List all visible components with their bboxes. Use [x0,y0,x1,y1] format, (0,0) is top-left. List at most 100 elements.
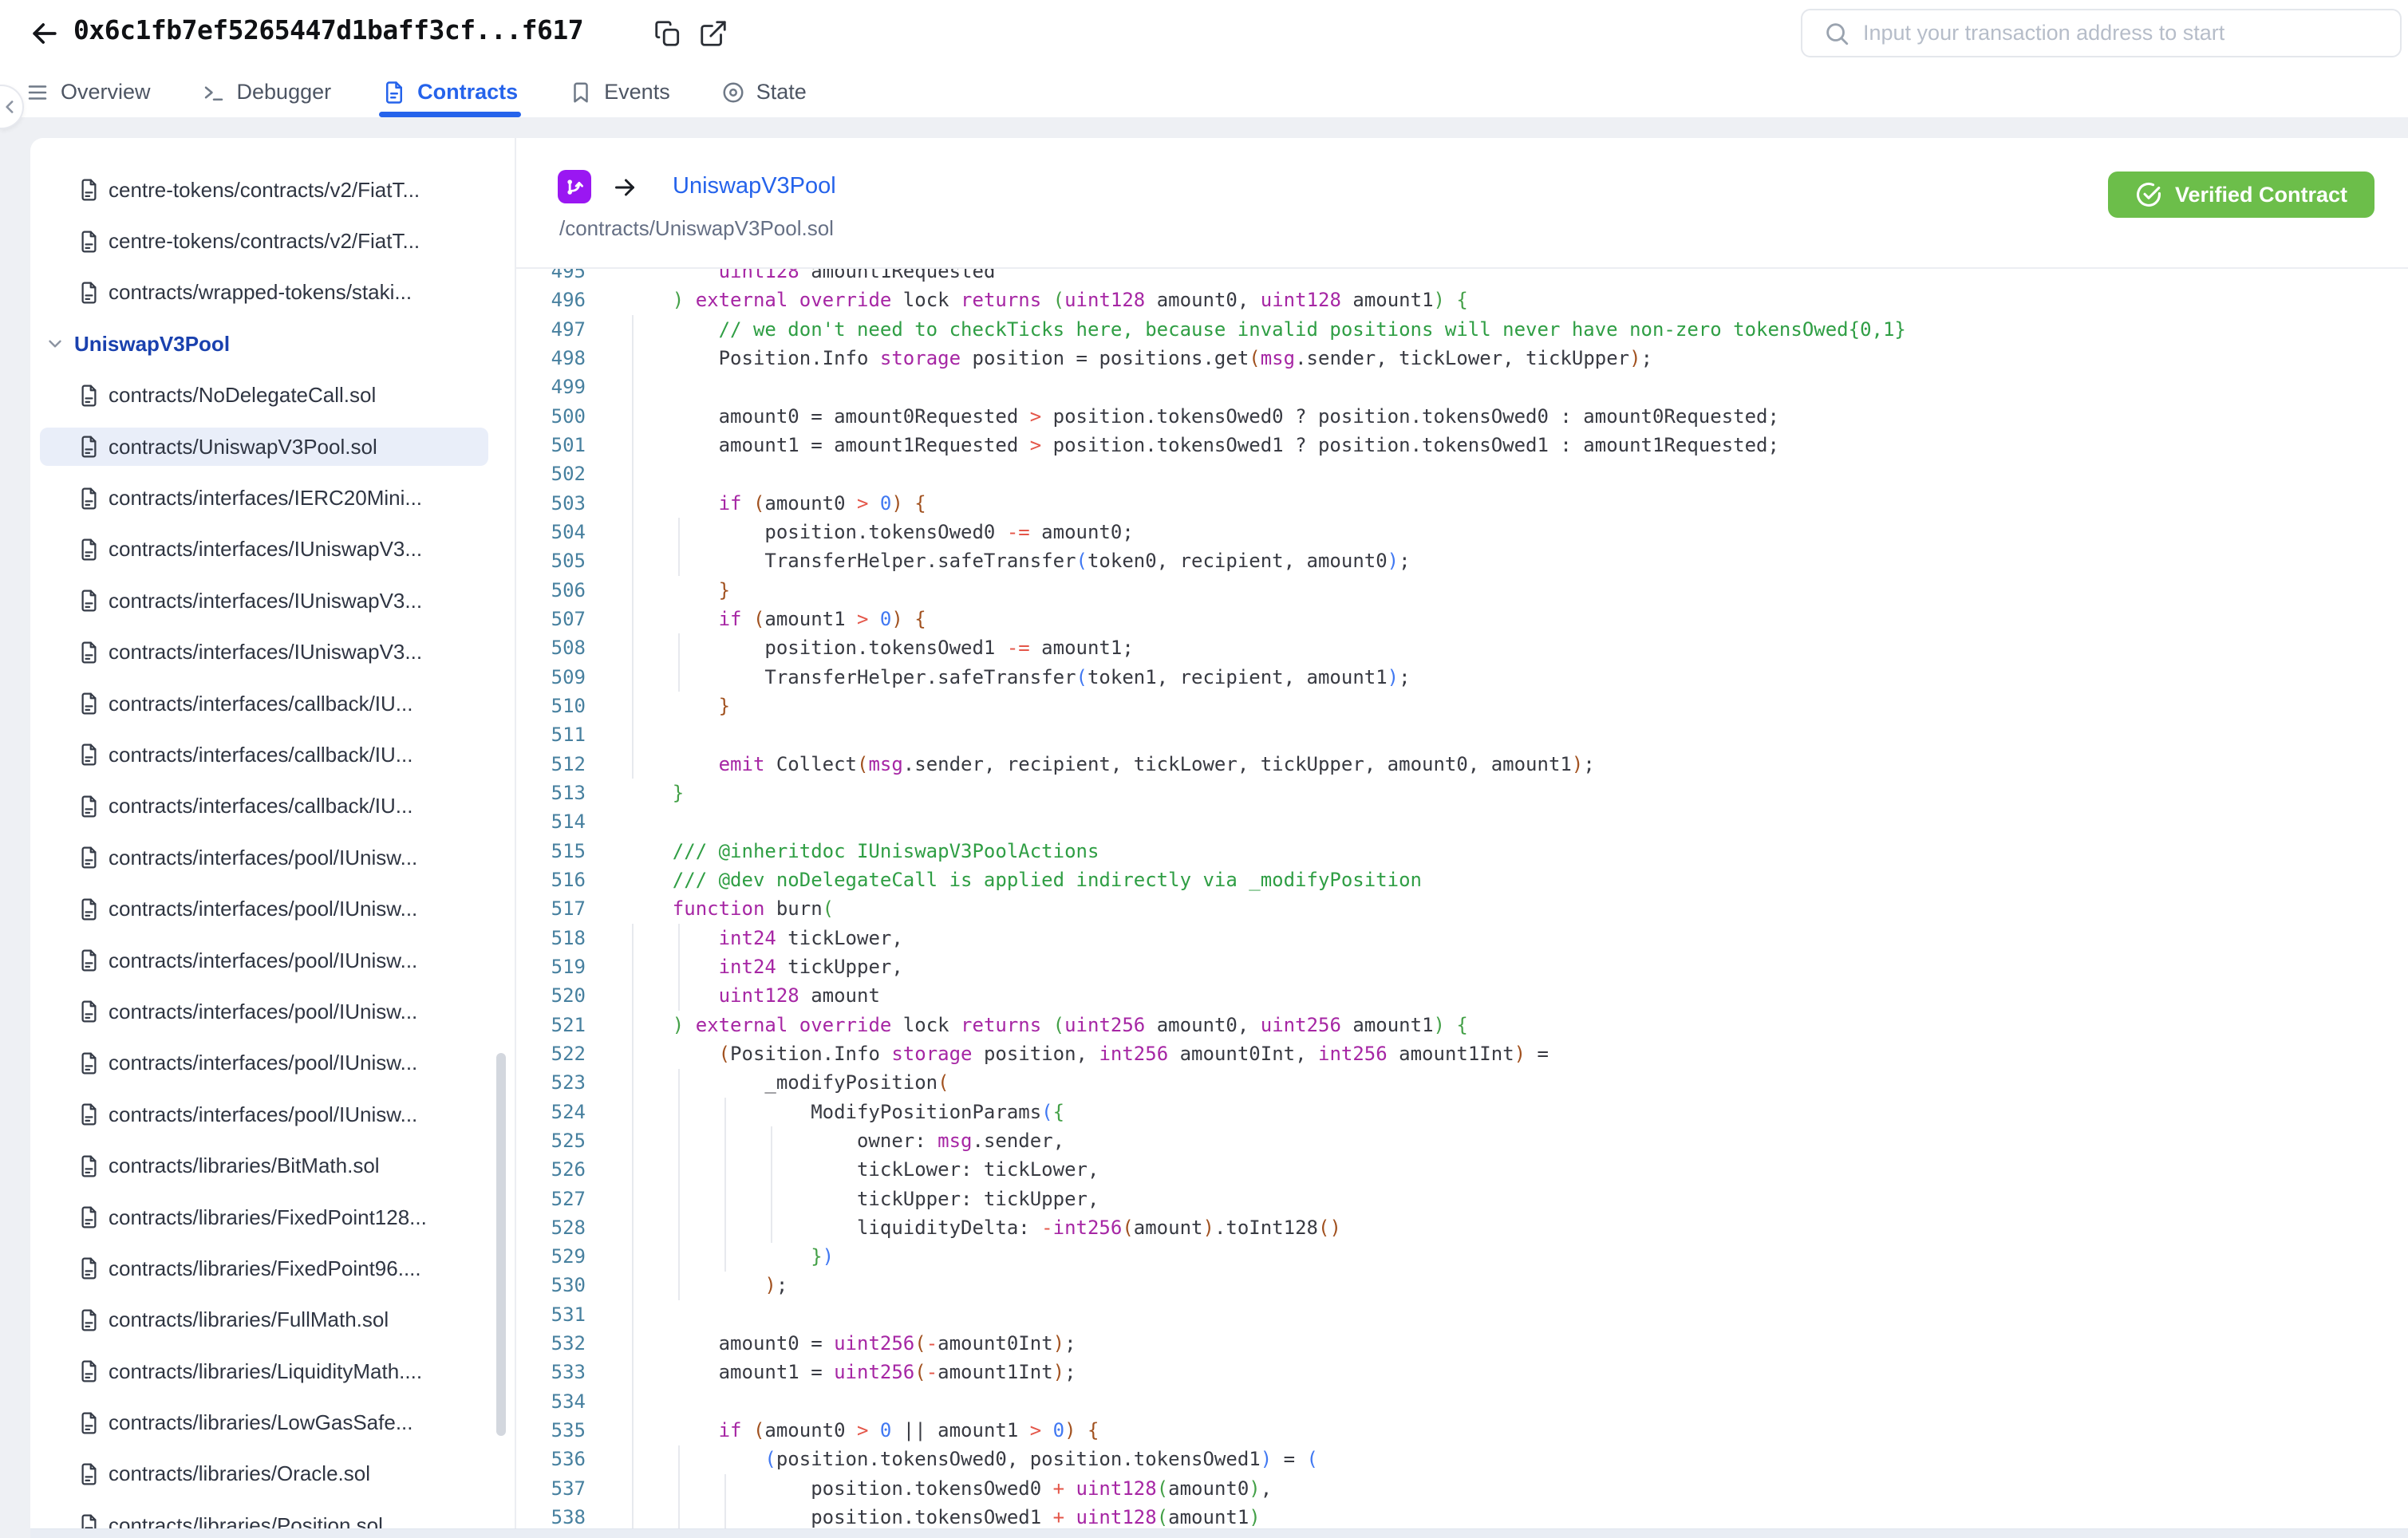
tree-file-item[interactable]: contracts/interfaces/IUniswapV3... [30,627,515,678]
search-input[interactable] [1850,10,2400,56]
disc-icon [721,81,745,105]
code-line-529: 529 }) [516,1242,2408,1271]
tree-item-label: contracts/interfaces/pool/IUnisw... [109,897,418,921]
line-number: 517 [551,897,586,921]
tree-file-item[interactable]: contracts/interfaces/callback/IU... [30,781,515,832]
tree-file-item[interactable]: contracts/interfaces/IUniswapV3... [30,575,515,626]
tree-file-item[interactable]: contracts/interfaces/IUniswapV3... [30,524,515,575]
code-line-525: 525 owner: msg.sender, [516,1126,2408,1155]
line-number: 534 [551,1390,586,1413]
transaction-address-title: 0x6c1fb7ef5265447d1baff3cf...f617 [73,14,584,45]
tree-file-item[interactable]: contracts/libraries/FixedPoint128... [30,1192,515,1243]
tab-label: Overview [61,80,151,104]
tree-file-item[interactable]: contracts/libraries/BitMath.sol [30,1140,515,1191]
tree-file-item[interactable]: contracts/interfaces/pool/IUnisw... [30,1089,515,1140]
line-number: 532 [551,1332,586,1355]
indent-guide [632,314,634,779]
tab-overview[interactable]: Overview [22,67,154,117]
code-line-501: 501 amount1 = amount1Requested > positio… [516,431,2408,459]
tree-item-label: contracts/libraries/FullMath.sol [109,1307,389,1332]
file-tree-sidebar: centre-tokens/contracts/v2/FiatT... centr… [30,138,515,1538]
tree-file-item[interactable]: contracts/interfaces/pool/IUnisw... [30,986,515,1037]
tree-file-item[interactable]: contracts/interfaces/pool/IUnisw... [30,935,515,986]
tree-file-item[interactable]: contracts/libraries/FixedPoint96.... [30,1243,515,1294]
file-icon [382,81,406,105]
line-number: 527 [551,1187,586,1210]
line-number: 510 [551,694,586,717]
code-line-515: 515 /// @inheritdoc IUniswapV3PoolAction… [516,837,2408,866]
code-line-523: 523 _modifyPosition( [516,1068,2408,1097]
line-number: 533 [551,1361,586,1384]
tree-file-item[interactable]: contracts/interfaces/pool/IUnisw... [30,832,515,883]
line-number: 519 [551,955,586,978]
line-number: 515 [551,839,586,862]
file-icon [78,692,100,716]
code-line-530: 530 ); [516,1271,2408,1299]
open-external-button[interactable] [696,16,731,51]
indent-guide [678,1068,681,1301]
tab-bar: Overview Debugger Contracts Events State [0,67,810,117]
tree-file-item[interactable]: contracts/libraries/LiquidityMath.... [30,1346,515,1397]
code-line-536: 536 (position.tokensOwed0, position.toke… [516,1445,2408,1473]
tree-file-item[interactable]: contracts/libraries/FullMath.sol [30,1295,515,1346]
file-icon [78,1411,100,1435]
tree-item-label: contracts/libraries/LowGasSafe... [109,1410,413,1435]
tree-file-item[interactable]: contracts/interfaces/callback/IU... [30,729,515,780]
tree-item-label: contracts/UniswapV3Pool.sol [109,434,377,459]
tree-file-item[interactable]: contracts/libraries/Oracle.sol [30,1449,515,1500]
file-icon [78,1256,100,1280]
tree-file-item[interactable]: contracts/wrapped-tokens/staki... [30,267,515,318]
tree-file-item[interactable]: contracts/NoDelegateCall.sol [30,370,515,421]
line-number: 518 [551,926,586,949]
file-icon [78,178,100,202]
line-number: 538 [551,1506,586,1529]
verified-contract-badge[interactable]: Verified Contract [2107,172,2374,218]
tree-file-item[interactable]: contracts/interfaces/pool/IUnisw... [30,883,515,934]
tab-contracts[interactable]: Contracts [379,67,522,117]
code-line-522: 522 (Position.Info storage position, int… [516,1039,2408,1068]
tab-label: Contracts [417,80,519,104]
indent-guide [678,1445,681,1538]
tree-item-label: contracts/interfaces/IERC20Mini... [109,486,423,511]
file-icon [78,743,100,767]
file-icon [78,641,100,664]
tree-file-item[interactable]: contracts/interfaces/IERC20Mini... [30,472,515,523]
code-region: UniswapV3Pool /contracts/UniswapV3Pool.s… [516,138,2408,1538]
line-number: 531 [551,1303,586,1326]
line-number: 508 [551,637,586,660]
copy-button[interactable] [650,16,685,51]
arrow-right-icon [610,173,639,202]
tree-file-item[interactable]: centre-tokens/contracts/v2/FiatT... [30,164,515,215]
line-number: 495 [551,267,586,282]
tab-debugger[interactable]: Debugger [199,67,335,117]
line-number: 525 [551,1129,586,1152]
verified-badge-label: Verified Contract [2174,182,2347,207]
tree-file-item[interactable]: centre-tokens/contracts/v2/FiatT... [30,215,515,266]
sidebar-scrollbar[interactable] [496,1053,506,1436]
contract-name-link[interactable]: UniswapV3Pool [673,173,836,199]
tab-state[interactable]: State [718,67,810,117]
code-line-510: 510 } [516,692,2408,720]
code-line-526: 526 tickLower: tickLower, [516,1155,2408,1184]
tree-file-item[interactable]: contracts/interfaces/pool/IUnisw... [30,1038,515,1089]
code-line-537: 537 position.tokensOwed0 + uint128(amoun… [516,1474,2408,1503]
line-number: 513 [551,781,586,804]
code-line-527: 527 tickUpper: tickUpper, [516,1185,2408,1213]
tab-events[interactable]: Events [566,67,673,117]
tree-item-label: contracts/interfaces/pool/IUnisw... [109,999,418,1023]
line-number: 503 [551,491,586,515]
line-number: 526 [551,1158,586,1181]
line-number: 528 [551,1216,586,1239]
tree-file-item[interactable]: contracts/UniswapV3Pool.sol [30,421,515,472]
tree-root-item[interactable]: UniswapV3Pool [30,318,515,369]
tab-label: State [756,80,807,104]
code-line-534: 534 [516,1387,2408,1416]
tree-item-label: contracts/libraries/FixedPoint128... [109,1205,427,1229]
code-line-509: 509 TransferHelper.safeTransfer(token1, … [516,663,2408,692]
line-number: 536 [551,1448,586,1471]
tree-file-item[interactable]: contracts/libraries/LowGasSafe... [30,1397,515,1448]
tree-file-item[interactable]: contracts/interfaces/callback/IU... [30,678,515,729]
horizontal-scrollbar-track[interactable] [30,1528,2408,1538]
back-button[interactable] [24,13,65,54]
file-icon [78,589,100,613]
